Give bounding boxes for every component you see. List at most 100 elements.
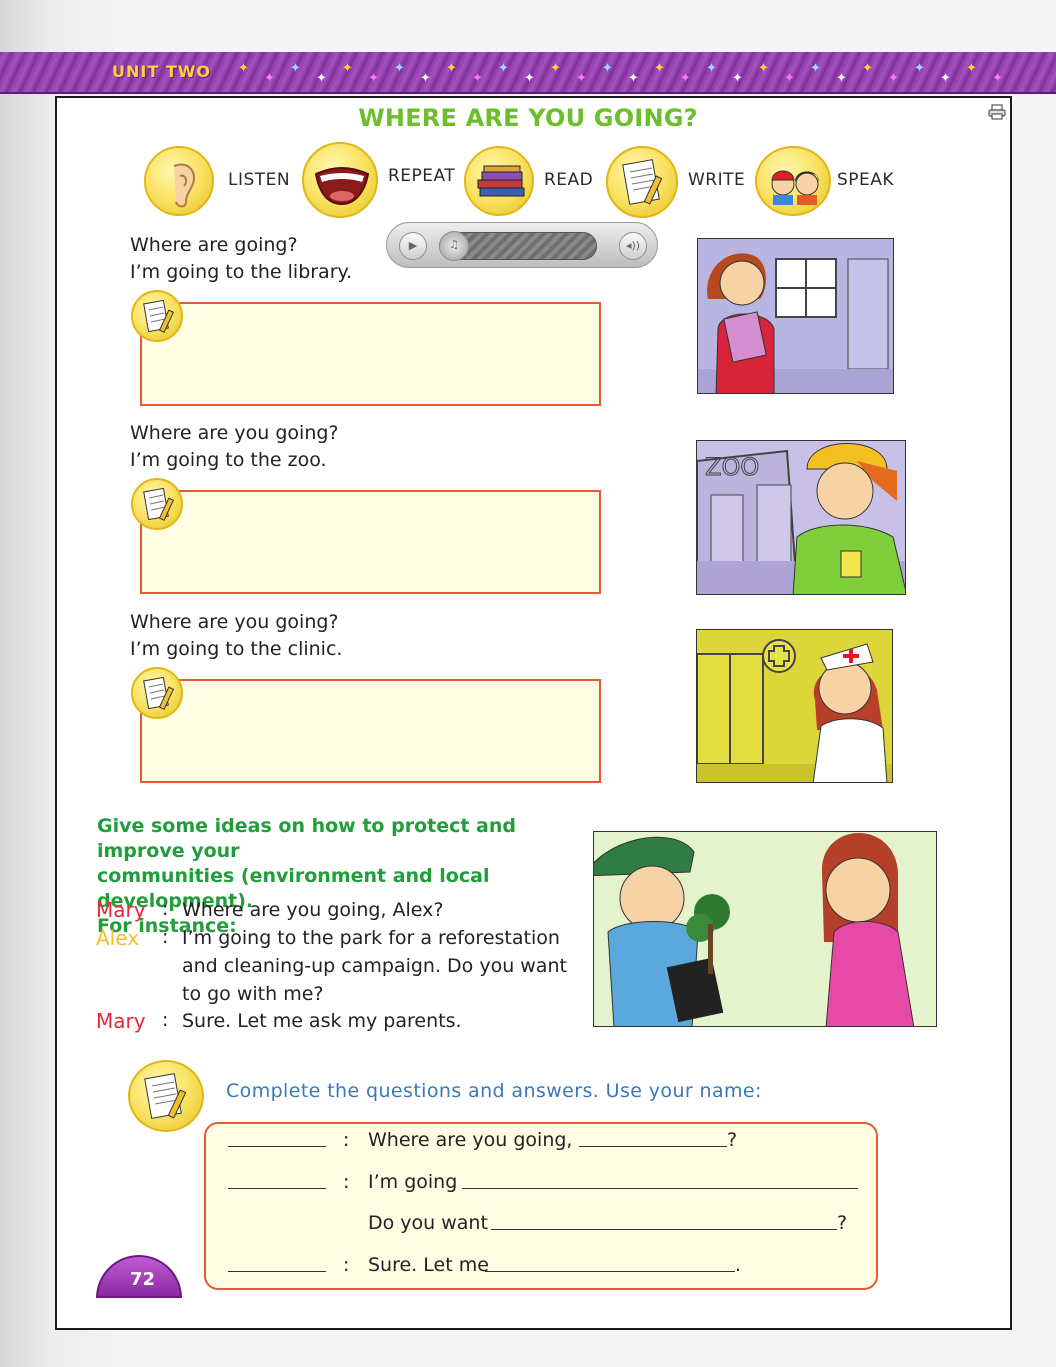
star-icon: ✦ xyxy=(290,61,301,76)
skill-write: WRITE xyxy=(606,146,756,218)
play-button[interactable]: ▶ xyxy=(399,232,427,260)
star-icon: ✦ xyxy=(576,71,587,86)
star-icon: ✦ xyxy=(420,71,431,86)
exercise-prompt: Sure. Let me xyxy=(368,1254,489,1276)
dialog-answer: I’m going to the zoo. xyxy=(130,449,327,471)
star-icon: ✦ xyxy=(888,71,899,86)
audio-scrubber-handle[interactable]: ♫ xyxy=(439,231,469,261)
unit-banner: UNIT TWO ✦ ✦ ✦ ✦ ✦ ✦ ✦ ✦ ✦ ✦ ✦ ✦ ✦ ✦ ✦ ✦ ✦ ✦ ✦ ✦ ✦ ✦ ✦ ✦ ✦ ✦ ✦ ✦ ✦ ✦ xyxy=(0,52,1056,94)
zoo-sign-text: ZOO xyxy=(705,453,759,481)
name-blank[interactable] xyxy=(228,1188,326,1189)
writing-box-1[interactable] xyxy=(140,302,601,406)
star-icon: ✦ xyxy=(602,61,613,76)
page-title: WHERE ARE YOU GOING? xyxy=(358,104,698,132)
exercise-prompt: Where are you going, xyxy=(368,1129,573,1151)
skill-listen: LISTEN xyxy=(144,146,294,216)
skill-repeat: REPEAT xyxy=(302,142,462,218)
speaker-alex: Alex xyxy=(96,926,140,950)
dialog-answer: I’m going to the library. xyxy=(130,261,353,283)
star-icon: ✦ xyxy=(472,71,483,86)
skill-read: READ xyxy=(464,146,604,216)
star-icon: ✦ xyxy=(342,61,353,76)
star-icon: ✦ xyxy=(680,71,691,86)
zoo-boy-illustration: ZOO xyxy=(696,440,906,595)
star-icon: ✦ xyxy=(862,61,873,76)
dialog-question: Where are going? xyxy=(130,234,298,256)
kids-talking-icon xyxy=(755,146,831,216)
star-icon: ✦ xyxy=(940,71,951,86)
mouth-icon xyxy=(302,142,378,218)
dialog-answer: I’m going to the clinic. xyxy=(130,638,343,660)
clinic-nurse-illustration xyxy=(696,629,893,783)
dialog-question: Where are you going? xyxy=(130,422,339,444)
star-icon: ✦ xyxy=(836,71,847,86)
skill-label: SPEAK xyxy=(837,170,895,190)
colon: : xyxy=(343,1254,350,1276)
skill-label: REPEAT xyxy=(388,166,456,186)
star-icon: ✦ xyxy=(732,71,743,86)
star-icon: ✦ xyxy=(784,71,795,86)
star-icon: ✦ xyxy=(654,61,665,76)
colon: : xyxy=(343,1171,350,1193)
dialog-2: Where are you going? I’m going to the zo… xyxy=(130,420,339,474)
dialog-question: Where are you going? xyxy=(130,611,339,633)
write-icon xyxy=(128,1060,204,1132)
library-girl-illustration xyxy=(697,238,894,394)
star-icon: ✦ xyxy=(238,61,249,76)
writing-box-3[interactable] xyxy=(140,679,601,783)
answer-blank[interactable] xyxy=(579,1146,727,1147)
exercise-prompt: I’m going xyxy=(368,1171,458,1193)
skill-label: WRITE xyxy=(688,170,746,190)
conversation-line: and cleaning-up campaign. Do you want xyxy=(182,955,567,977)
paper-pencil-icon xyxy=(606,146,678,218)
unit-label: UNIT TWO xyxy=(112,62,211,81)
conversation-line: Sure. Let me ask my parents. xyxy=(182,1010,462,1032)
skill-label: LISTEN xyxy=(228,170,291,190)
answer-blank[interactable] xyxy=(491,1229,837,1230)
colon: : xyxy=(343,1129,350,1151)
park-kids-illustration xyxy=(593,831,937,1027)
conversation-line: I’m going to the park for a reforestatio… xyxy=(182,927,560,949)
conversation-line: to go with me? xyxy=(182,983,324,1005)
star-icon: ✦ xyxy=(758,61,769,76)
colon: : xyxy=(162,1009,169,1031)
exercise-prompt: Do you want xyxy=(368,1212,488,1234)
dialog-1: Where are going? I’m going to the librar… xyxy=(130,232,352,286)
star-icon: ✦ xyxy=(966,61,977,76)
exercise-end: . xyxy=(735,1254,742,1276)
writing-box-2[interactable] xyxy=(140,490,601,594)
name-blank[interactable] xyxy=(228,1271,326,1272)
exercise-instruction: Complete the questions and answers. Use … xyxy=(226,1080,762,1102)
answer-blank[interactable] xyxy=(485,1271,735,1272)
speaker-mary: Mary xyxy=(96,1009,146,1033)
star-icon: ✦ xyxy=(524,71,535,86)
star-icon: ✦ xyxy=(394,61,405,76)
ideas-line-1: Give some ideas on how to protect and im… xyxy=(97,815,516,862)
star-decoration: ✦ ✦ ✦ ✦ ✦ ✦ ✦ ✦ ✦ ✦ ✦ ✦ ✦ ✦ ✦ ✦ ✦ ✦ ✦ ✦ ✦ ✦ ✦ ✦ ✦ ✦ ✦ ✦ ✦ ✦ xyxy=(238,60,1038,88)
star-icon: ✦ xyxy=(914,61,925,76)
conversation-line: Where are you going, Alex? xyxy=(182,899,444,921)
star-icon: ✦ xyxy=(992,71,1003,86)
books-icon xyxy=(464,146,534,216)
speaker-mary: Mary xyxy=(96,898,146,922)
star-icon: ✦ xyxy=(498,61,509,76)
name-blank[interactable] xyxy=(228,1146,326,1147)
colon: : xyxy=(162,898,169,920)
star-icon: ✦ xyxy=(368,71,379,86)
star-icon: ✦ xyxy=(316,71,327,86)
skill-speak: SPEAK xyxy=(755,146,905,216)
ear-icon xyxy=(144,146,214,216)
exercise-end: ? xyxy=(727,1129,738,1151)
dialog-3: Where are you going? I’m going to the cl… xyxy=(130,609,342,663)
volume-button[interactable]: ◂)) xyxy=(619,232,647,260)
star-icon: ✦ xyxy=(628,71,639,86)
exercise-end: ? xyxy=(837,1212,848,1234)
answer-blank[interactable] xyxy=(462,1188,858,1189)
write-icon xyxy=(131,290,183,342)
audio-player: ▶ ♫ ◂)) xyxy=(386,222,658,268)
star-icon: ✦ xyxy=(550,61,561,76)
page-number: 72 xyxy=(130,1269,156,1290)
skill-label: READ xyxy=(544,170,594,190)
star-icon: ✦ xyxy=(706,61,717,76)
write-icon xyxy=(131,478,183,530)
